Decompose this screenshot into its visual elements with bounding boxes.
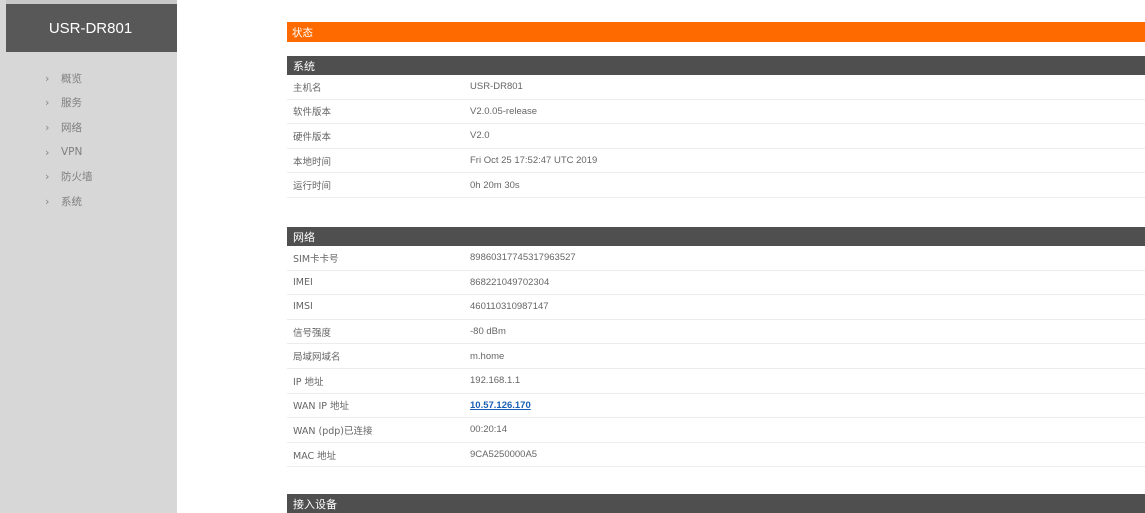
row-key: 运行时间 (293, 181, 332, 193)
row-value: 9CA5250000A5 (470, 449, 538, 461)
table-row: 运行时间 0h 20m 30s (287, 173, 1145, 198)
table-row: MAC 地址 9CA5250000A5 (287, 443, 1145, 468)
table-row: IMSI 460110310987147 (287, 295, 1145, 320)
wan-ip-link[interactable]: 10.57.126.170 (470, 400, 1145, 411)
sidebar: USR-DR801 › 概览 › 服务 › 网络 › VPN › 防火墙 › 系… (0, 0, 177, 513)
sidebar-item-system[interactable]: › 系统 (0, 189, 177, 214)
sidebar-item-label: 网络 (61, 121, 82, 134)
sidebar-item-network[interactable]: › 网络 (0, 115, 177, 140)
chevron-right-icon: › (45, 170, 50, 184)
row-key: IP 地址 (293, 376, 324, 388)
row-key: WAN (pdp)已连接 (293, 425, 373, 437)
row-key: 软件版本 (293, 107, 332, 119)
row-value: 192.168.1.1 (470, 375, 521, 387)
system-section-title: 系统 (287, 56, 1145, 75)
row-value: -80 dBm (470, 326, 506, 338)
table-row: IMEI 868221049702304 (287, 271, 1145, 296)
table-row: 软件版本 V2.0.05-release (287, 100, 1145, 125)
network-section: 网络 SIM卡卡号 89860317745317963527 IMEI 8682… (287, 227, 1145, 468)
row-key: WAN IP 地址 (293, 401, 350, 413)
row-value: V2.0.05-release (470, 105, 538, 117)
row-key: 本地时间 (293, 156, 332, 168)
sidebar-item-label: 系统 (61, 195, 82, 208)
row-value: 460110310987147 (470, 301, 549, 313)
table-row: 本地时间 Fri Oct 25 17:52:47 UTC 2019 (287, 149, 1145, 174)
chevron-right-icon: › (45, 120, 50, 134)
table-row: 局域网域名 m.home (287, 344, 1145, 369)
row-value: 89860317745317963527 (470, 252, 576, 264)
row-key: IMEI (293, 276, 313, 288)
table-row: WAN (pdp)已连接 00:20:14 (287, 418, 1145, 443)
table-row: WAN IP 地址 10.57.126.170 (287, 394, 1145, 419)
system-section: 系统 主机名 USR-DR801 软件版本 V2.0.05-release 硬件… (287, 56, 1145, 198)
table-row: 主机名 USR-DR801 (287, 75, 1145, 100)
sidebar-item-label: 防火墙 (61, 171, 93, 184)
row-value: USR-DR801 (470, 81, 523, 93)
table-row: 硬件版本 V2.0 (287, 124, 1145, 149)
devices-section-title: 接入设备 (287, 494, 1145, 513)
row-key: 主机名 (293, 82, 322, 94)
sidebar-item-services[interactable]: › 服务 (0, 91, 177, 116)
row-value: 868221049702304 (470, 276, 550, 288)
devices-section: 接入设备 (287, 494, 1145, 513)
network-section-title: 网络 (287, 227, 1145, 246)
sidebar-nav: › 概览 › 服务 › 网络 › VPN › 防火墙 › 系统 (0, 66, 177, 214)
sidebar-item-firewall[interactable]: › 防火墙 (0, 164, 177, 189)
row-key: 局域网域名 (293, 352, 341, 364)
row-key: 信号强度 (293, 327, 332, 339)
main-content: 状态 系统 主机名 USR-DR801 软件版本 V2.0.05-release… (287, 22, 1145, 513)
chevron-right-icon: › (45, 96, 50, 110)
row-key: MAC 地址 (293, 450, 337, 462)
row-value: 00:20:14 (470, 424, 507, 436)
status-banner: 状态 (287, 22, 1145, 42)
row-value: m.home (470, 350, 505, 362)
row-key: 硬件版本 (293, 131, 332, 143)
sidebar-item-label: VPN (61, 146, 83, 159)
chevron-right-icon: › (45, 71, 50, 85)
brand-title: USR-DR801 (6, 4, 177, 52)
chevron-right-icon: › (45, 194, 50, 208)
chevron-right-icon: › (45, 145, 50, 159)
table-row: SIM卡卡号 89860317745317963527 (287, 246, 1145, 271)
row-value: Fri Oct 25 17:52:47 UTC 2019 (470, 155, 598, 167)
sidebar-item-vpn[interactable]: › VPN (0, 140, 177, 165)
row-value: V2.0 (470, 130, 490, 142)
row-key: IMSI (293, 301, 313, 313)
sidebar-item-overview[interactable]: › 概览 (0, 66, 177, 91)
table-row: IP 地址 192.168.1.1 (287, 369, 1145, 394)
row-value: 0h 20m 30s (470, 179, 520, 191)
table-row: 信号强度 -80 dBm (287, 320, 1145, 345)
row-key: SIM卡卡号 (293, 253, 339, 265)
sidebar-item-label: 概览 (61, 72, 82, 85)
sidebar-item-label: 服务 (61, 97, 82, 110)
